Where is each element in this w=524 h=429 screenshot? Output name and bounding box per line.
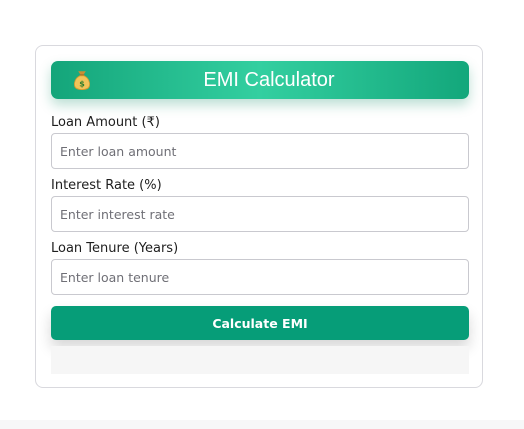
interest-rate-input[interactable]	[51, 196, 469, 232]
calculator-header: $ EMI Calculator	[51, 61, 469, 99]
emi-calculator-card: $ EMI Calculator Loan Amount (₹) Interes…	[35, 45, 483, 388]
loan-tenure-label: Loan Tenure (Years)	[51, 241, 179, 256]
result-area	[51, 346, 469, 374]
loan-amount-input[interactable]	[51, 133, 469, 169]
calculator-title: EMI Calculator	[203, 69, 335, 91]
calculate-emi-button[interactable]: Calculate EMI	[51, 306, 469, 340]
loan-amount-label: Loan Amount (₹)	[51, 115, 160, 130]
interest-rate-label: Interest Rate (%)	[51, 178, 162, 193]
loan-tenure-input[interactable]	[51, 259, 469, 295]
